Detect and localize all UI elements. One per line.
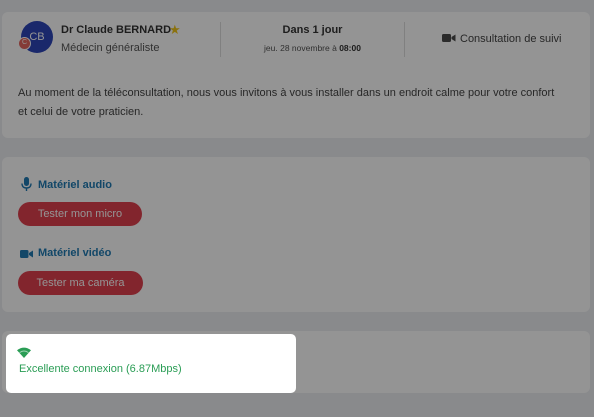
wifi-icon [17, 347, 31, 358]
connection-status-popup: Excellente connexion (6.87Mbps) [6, 334, 296, 393]
connection-status-text: Excellente connexion (6.87Mbps) [19, 363, 182, 375]
